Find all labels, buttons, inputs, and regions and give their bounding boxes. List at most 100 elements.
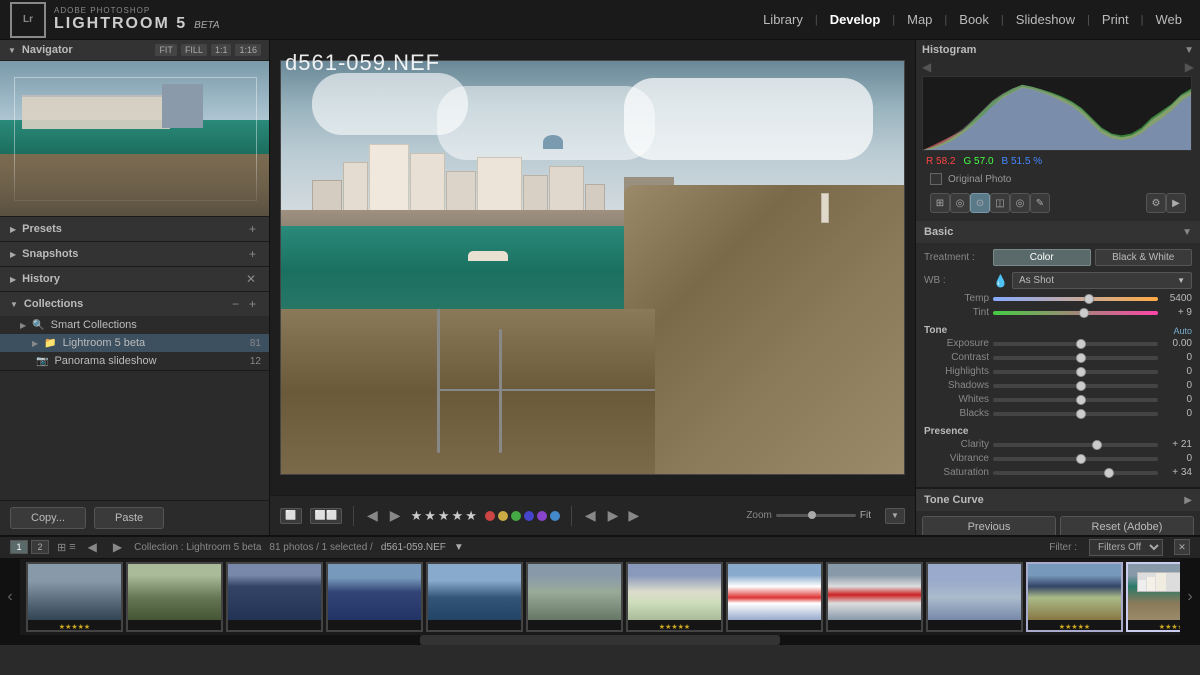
filmstrip-dropdown-btn[interactable]: ▼ xyxy=(454,542,464,553)
highlights-thumb[interactable] xyxy=(1076,367,1086,377)
presets-header[interactable]: ▶ Presets + xyxy=(0,217,269,241)
navigator-header[interactable]: ▼ Navigator FIT FILL 1:1 1:16 xyxy=(0,40,269,61)
contrast-thumb[interactable] xyxy=(1076,353,1086,363)
thumb-3[interactable] xyxy=(226,562,323,632)
blacks-thumb[interactable] xyxy=(1076,409,1086,419)
saturation-slider[interactable] xyxy=(993,471,1158,475)
shadows-slider[interactable] xyxy=(993,384,1158,388)
snapshots-header[interactable]: ▶ Snapshots + xyxy=(0,242,269,266)
forward-arrow[interactable]: ▶ xyxy=(606,505,621,526)
blacks-slider[interactable] xyxy=(993,412,1158,416)
nav-web[interactable]: Web xyxy=(1148,8,1191,31)
thumb-1[interactable]: ★★★★★ xyxy=(26,562,123,632)
zoom-1to16-btn[interactable]: 1:16 xyxy=(235,44,261,56)
color-yellow[interactable] xyxy=(498,511,508,521)
right-expand-btn[interactable]: ▶ xyxy=(1166,193,1186,213)
temp-slider[interactable] xyxy=(993,297,1158,301)
basic-panel-header[interactable]: Basic ▼ xyxy=(916,221,1200,243)
spot-removal-tool[interactable]: ◎ xyxy=(950,193,970,213)
star-rating[interactable]: ★ ★ ★ ★ ★ xyxy=(411,508,477,524)
list-view-btn[interactable]: ≡ xyxy=(69,541,75,554)
wb-dropdown[interactable]: As Shot ▼ xyxy=(1012,272,1192,289)
eyedropper-btn[interactable]: 💧 xyxy=(993,274,1008,288)
filmstrip-left-arrow[interactable]: ‹ xyxy=(0,559,20,635)
color-blue[interactable] xyxy=(524,511,534,521)
color-red[interactable] xyxy=(485,511,495,521)
color-purple[interactable] xyxy=(537,511,547,521)
filmstrip-forward-btn[interactable]: ▶ xyxy=(109,540,126,554)
exposure-slider[interactable] xyxy=(993,342,1158,346)
collections-minus-btn[interactable]: − xyxy=(229,297,242,311)
zoom-fit-btn[interactable]: FIT xyxy=(155,44,177,56)
collection-lr5beta[interactable]: ▶ 📁 Lightroom 5 beta 81 xyxy=(0,334,269,352)
radial-filter-tool[interactable]: ◎ xyxy=(1010,193,1030,213)
thumb-7[interactable]: ★★★★★ xyxy=(626,562,723,632)
nav-print[interactable]: Print xyxy=(1094,8,1137,31)
tint-slider[interactable] xyxy=(993,311,1158,315)
nav-map[interactable]: Map xyxy=(899,8,940,31)
nav-develop[interactable]: Develop xyxy=(822,8,889,31)
filter-close-btn[interactable]: ✕ xyxy=(1174,539,1190,555)
reset-button[interactable]: Reset (Adobe) xyxy=(1060,516,1194,535)
smart-collections-item[interactable]: ▶ 🔍 Smart Collections xyxy=(0,316,269,334)
filter-select[interactable]: Filters Off xyxy=(1089,539,1163,556)
original-photo-checkbox[interactable] xyxy=(930,173,942,185)
play-button[interactable]: ▶ xyxy=(628,507,639,524)
paste-button[interactable]: Paste xyxy=(94,507,164,529)
thumb-10[interactable] xyxy=(926,562,1023,632)
zoom-slider[interactable] xyxy=(776,514,856,517)
whites-slider[interactable] xyxy=(993,398,1158,402)
histogram-expand[interactable]: ▼ xyxy=(1184,45,1194,56)
photo-container[interactable] xyxy=(280,60,905,475)
next-photo-btn[interactable]: ▶ xyxy=(388,505,403,526)
zoom-fill-btn[interactable]: FILL xyxy=(181,44,207,56)
shadows-thumb[interactable] xyxy=(1076,381,1086,391)
thumb-11[interactable]: ★★★★★ xyxy=(1026,562,1123,632)
thumb-4[interactable] xyxy=(326,562,423,632)
saturation-thumb[interactable] xyxy=(1104,468,1114,478)
filmstrip-back-btn[interactable]: ◀ xyxy=(84,540,101,554)
exposure-thumb[interactable] xyxy=(1076,339,1086,349)
whites-thumb[interactable] xyxy=(1076,395,1086,405)
adjustment-brush-tool[interactable]: ✎ xyxy=(1030,193,1050,213)
grid-view-btn[interactable]: ⊞ xyxy=(57,541,66,554)
highlight-clip-btn[interactable]: ▶ xyxy=(1185,60,1194,74)
contrast-slider[interactable] xyxy=(993,356,1158,360)
vibrance-thumb[interactable] xyxy=(1076,454,1086,464)
back-arrow[interactable]: ◀ xyxy=(583,505,598,526)
thumb-8[interactable] xyxy=(726,562,823,632)
clarity-slider[interactable] xyxy=(993,443,1158,447)
horizontal-scrollbar[interactable] xyxy=(420,635,780,645)
auto-tone-btn[interactable]: Auto xyxy=(1173,326,1192,336)
collection-panorama[interactable]: 📷 Panorama slideshow 12 xyxy=(0,352,269,370)
history-clear-btn[interactable]: ✕ xyxy=(243,272,259,286)
prev-photo-btn[interactable]: ◀ xyxy=(365,505,380,526)
collections-header[interactable]: ▼ Collections − + xyxy=(0,292,269,316)
page-1-btn[interactable]: 1 xyxy=(10,540,28,554)
nav-slideshow[interactable]: Slideshow xyxy=(1008,8,1083,31)
temp-thumb[interactable] xyxy=(1084,294,1094,304)
thumb-6[interactable] xyxy=(526,562,623,632)
redeye-tool[interactable]: ⊙ xyxy=(970,193,990,213)
filmstrip-filename[interactable]: d561-059.NEF xyxy=(381,542,446,553)
color-treatment-btn[interactable]: Color xyxy=(993,249,1091,266)
vibrance-slider[interactable] xyxy=(993,457,1158,461)
crop-tool[interactable]: ⊞ xyxy=(930,193,950,213)
thumb-5[interactable] xyxy=(426,562,523,632)
graduated-filter-tool[interactable]: ◫ xyxy=(990,193,1010,213)
filmstrip-toggle[interactable]: ▼ xyxy=(885,508,905,524)
history-header[interactable]: ▶ History ✕ xyxy=(0,267,269,291)
thumb-12[interactable]: ★★★★★ xyxy=(1126,562,1180,632)
nav-library[interactable]: Library xyxy=(755,8,811,31)
clarity-thumb[interactable] xyxy=(1092,440,1102,450)
nav-book[interactable]: Book xyxy=(951,8,997,31)
highlights-slider[interactable] xyxy=(993,370,1158,374)
zoom-slider-thumb[interactable] xyxy=(808,511,816,519)
snapshots-add-btn[interactable]: + xyxy=(246,247,259,261)
bw-treatment-btn[interactable]: Black & White xyxy=(1095,249,1193,266)
color-blue2[interactable] xyxy=(550,511,560,521)
shadow-clip-btn[interactable]: ◀ xyxy=(922,60,931,74)
presets-add-btn[interactable]: + xyxy=(246,222,259,236)
tone-curve-header[interactable]: Tone Curve ▶ xyxy=(916,488,1200,511)
thumb-2[interactable] xyxy=(126,562,223,632)
